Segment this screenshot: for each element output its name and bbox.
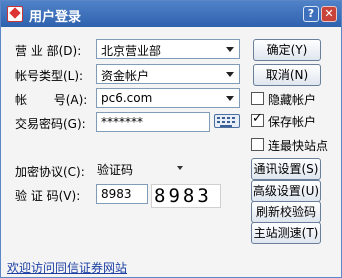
password-value: ******* xyxy=(101,115,143,129)
help-icon[interactable]: ? xyxy=(303,6,319,22)
chevron-down-icon[interactable] xyxy=(177,166,183,170)
account-select[interactable]: pc6.com xyxy=(96,88,240,108)
save-account-checkbox[interactable] xyxy=(251,111,264,127)
app-logo-icon xyxy=(7,6,23,22)
save-account-label: 保存帐户 xyxy=(268,115,317,129)
comm-settings-button[interactable]: 通讯设置(S) xyxy=(251,158,321,180)
hide-account-label: 隐藏帐户 xyxy=(268,93,317,107)
account-type-value: 资金帐户 xyxy=(101,69,150,83)
encrypt-select[interactable]: 验证码 xyxy=(97,161,183,177)
account-value: pc6.com xyxy=(101,91,153,105)
department-select[interactable]: 北京营业部 xyxy=(96,39,240,59)
encrypt-value: 验证码 xyxy=(97,163,134,177)
hide-account-checkbox[interactable] xyxy=(251,92,264,105)
confirm-button[interactable]: 确定(Y) xyxy=(253,39,321,61)
account-type-select[interactable]: 资金帐户 xyxy=(96,64,240,84)
fastest-site-checkbox[interactable] xyxy=(251,138,264,151)
login-window: 用户登录 ? ✕ 营 业 部(D): 北京营业部 帐号类型(L): 资金帐户 帐… xyxy=(0,0,342,278)
password-label: 交易密码(G): xyxy=(15,117,86,131)
close-icon[interactable]: ✕ xyxy=(321,6,337,22)
account-label: 帐 号(A): xyxy=(15,93,88,107)
department-label: 营 业 部(D): xyxy=(15,44,82,58)
chevron-down-icon[interactable] xyxy=(226,47,234,52)
site-speed-test-button[interactable]: 主站测速(T) xyxy=(251,222,321,244)
virtual-keyboard-icon[interactable] xyxy=(214,114,240,128)
window-title: 用户登录 xyxy=(29,10,82,25)
captcha-input-value: 8983 xyxy=(101,187,132,201)
advanced-settings-button[interactable]: 高级设置(U) xyxy=(251,180,321,202)
website-link[interactable]: 欢迎访问同信证券网站 xyxy=(7,259,127,276)
encrypt-label: 加密协议(C): xyxy=(15,165,85,179)
refresh-captcha-button[interactable]: 刷新校验码 xyxy=(251,201,321,223)
cancel-button[interactable]: 取消(N) xyxy=(253,64,321,86)
department-value: 北京营业部 xyxy=(101,44,162,58)
fastest-site-label: 连最快站点 xyxy=(268,139,329,153)
captcha-input[interactable]: 8983 xyxy=(96,184,148,204)
captcha-image: 8983 xyxy=(151,184,221,208)
title-bar[interactable]: 用户登录 ? ✕ xyxy=(1,1,341,27)
password-input[interactable]: ******* xyxy=(96,112,210,132)
captcha-label: 验 证 码(V): xyxy=(15,189,81,203)
chevron-down-icon[interactable] xyxy=(226,96,234,101)
account-type-label: 帐号类型(L): xyxy=(15,69,84,83)
chevron-down-icon[interactable] xyxy=(226,72,234,77)
